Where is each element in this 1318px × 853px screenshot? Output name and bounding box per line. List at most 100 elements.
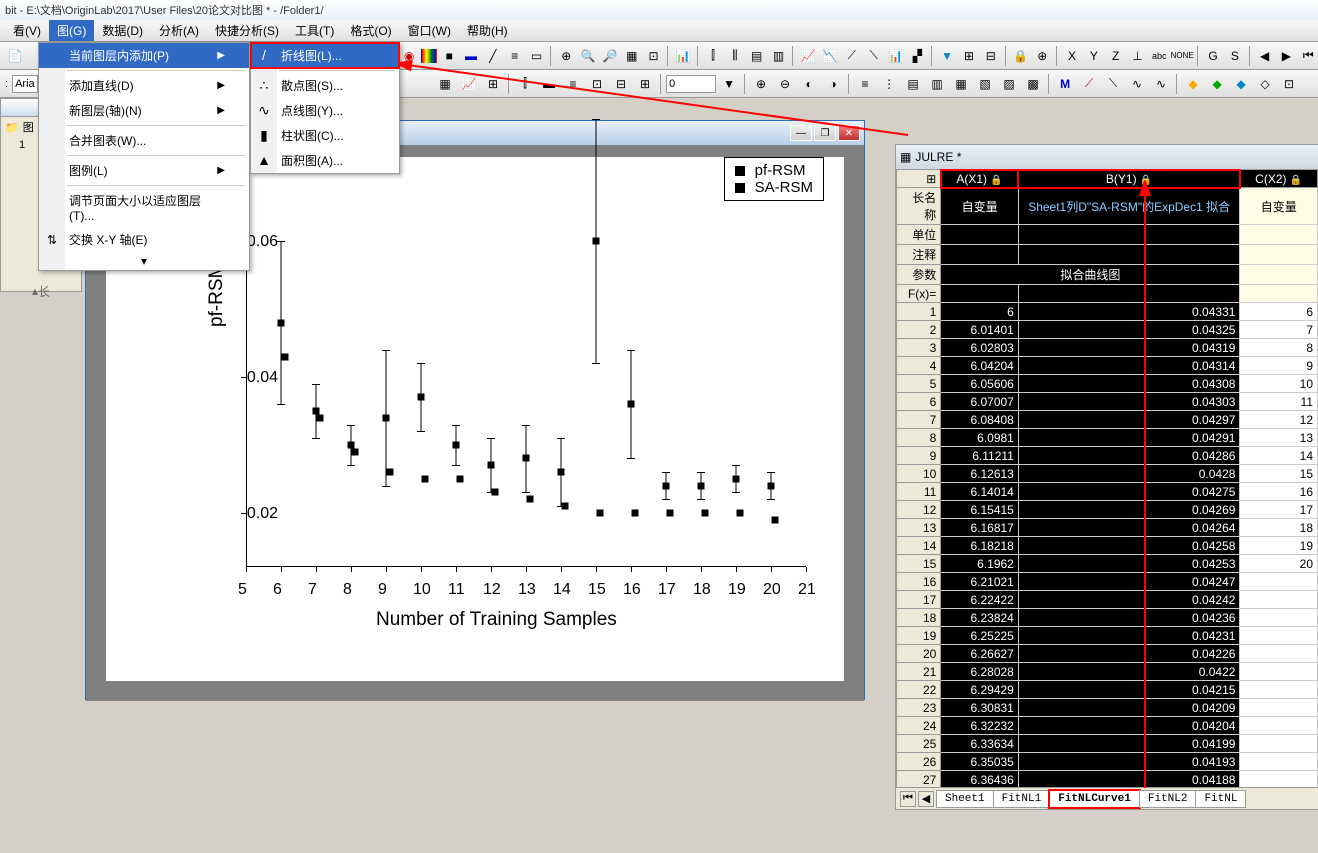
cell[interactable]: 18 — [1240, 519, 1318, 537]
submenu-item[interactable]: ▲面积图(A)... — [251, 148, 399, 173]
btn[interactable]: ⊟ — [981, 45, 1001, 67]
data-point[interactable] — [387, 469, 394, 476]
data-point[interactable] — [597, 509, 604, 516]
cell[interactable]: 6.14014 — [941, 483, 1019, 501]
row-number[interactable]: 3 — [897, 339, 941, 357]
row-number[interactable]: 17 — [897, 591, 941, 609]
btn[interactable]: ⊕ — [556, 45, 576, 67]
cell[interactable]: 0.04209 — [1018, 699, 1240, 717]
cell[interactable]: 6.25225 — [941, 627, 1019, 645]
cell[interactable]: 6.1962 — [941, 555, 1019, 573]
btn[interactable]: abc — [1149, 45, 1169, 67]
cell[interactable]: 10 — [1240, 375, 1318, 393]
cell[interactable]: 0.04325 — [1018, 321, 1240, 339]
cell[interactable]: 6.22422 — [941, 591, 1019, 609]
btn[interactable]: ∿ — [1126, 73, 1148, 95]
cell[interactable]: 0.04193 — [1018, 753, 1240, 771]
cell[interactable]: 6 — [941, 303, 1019, 321]
cell[interactable]: 9 — [1240, 357, 1318, 375]
btn[interactable]: ▦ — [434, 73, 456, 95]
cell[interactable]: 14 — [1240, 447, 1318, 465]
cell[interactable]: 6.33634 — [941, 735, 1019, 753]
row-number[interactable]: 12 — [897, 501, 941, 519]
cell[interactable]: 6.16817 — [941, 519, 1019, 537]
btn[interactable]: ◆ — [1230, 73, 1252, 95]
btn[interactable]: ⊞ — [482, 73, 504, 95]
toolbar-icon[interactable]: 📄 — [5, 45, 25, 67]
cell[interactable]: 11 — [1240, 393, 1318, 411]
cell[interactable]: 0.04236 — [1018, 609, 1240, 627]
cell[interactable]: 6.05606 — [941, 375, 1019, 393]
column-header[interactable]: A(X1) 🔒 — [941, 170, 1019, 188]
row-number[interactable]: 22 — [897, 681, 941, 699]
data-point[interactable] — [457, 475, 464, 482]
submenu-item[interactable]: /折线图(L)... — [251, 43, 399, 68]
btn[interactable]: 📊 — [673, 45, 693, 67]
btn[interactable]: ▬ — [538, 73, 560, 95]
cell[interactable] — [1240, 699, 1318, 717]
data-point[interactable] — [278, 319, 285, 326]
cell[interactable]: 6.32232 — [941, 717, 1019, 735]
row-number[interactable]: 8 — [897, 429, 941, 447]
cell[interactable]: 0.04286 — [1018, 447, 1240, 465]
row-number[interactable]: 18 — [897, 609, 941, 627]
btn[interactable]: ⫿ — [703, 45, 723, 67]
cell[interactable]: 7 — [1240, 321, 1318, 339]
btn[interactable]: ⫿ — [514, 73, 536, 95]
cell[interactable]: 0.04297 — [1018, 411, 1240, 429]
row-number[interactable]: 20 — [897, 645, 941, 663]
btn[interactable]: ≡ — [854, 73, 876, 95]
submenu-item[interactable]: ▮柱状图(C)... — [251, 123, 399, 148]
cell[interactable]: 13 — [1240, 429, 1318, 447]
row-number[interactable]: 1 — [897, 303, 941, 321]
btn[interactable]: ◆ — [1182, 73, 1204, 95]
btn[interactable]: ⊕ — [1032, 45, 1052, 67]
cell[interactable]: 6.15415 — [941, 501, 1019, 519]
btn[interactable]: ⊕ — [750, 73, 772, 95]
data-point[interactable] — [663, 482, 670, 489]
row-number[interactable]: 16 — [897, 573, 941, 591]
cell[interactable] — [1240, 735, 1318, 753]
corner[interactable]: ⊞ — [897, 170, 941, 188]
btn[interactable]: ◐ — [798, 73, 820, 95]
cell[interactable]: 6.04204 — [941, 357, 1019, 375]
data-point[interactable] — [422, 475, 429, 482]
btn[interactable]: ◀ — [1255, 45, 1275, 67]
font-dropdown[interactable] — [12, 75, 38, 93]
btn[interactable]: ■ — [439, 45, 459, 67]
cell[interactable] — [1240, 717, 1318, 735]
btn[interactable]: ▞ — [907, 45, 927, 67]
worksheet-tab[interactable]: FitNLCurve1 — [1049, 790, 1140, 808]
data-point[interactable] — [667, 509, 674, 516]
minimize-button[interactable]: — — [790, 125, 812, 141]
row-number[interactable]: 2 — [897, 321, 941, 339]
btn[interactable]: G — [1203, 45, 1223, 67]
tab-nav-prev[interactable]: ◀ — [918, 791, 934, 807]
btn[interactable]: ╱ — [483, 45, 503, 67]
cell[interactable] — [1240, 645, 1318, 663]
btn[interactable]: ∿ — [1150, 73, 1172, 95]
row-number[interactable]: 23 — [897, 699, 941, 717]
cell[interactable]: 6.11211 — [941, 447, 1019, 465]
cell[interactable]: 6.30831 — [941, 699, 1019, 717]
btn[interactable]: Y — [1084, 45, 1104, 67]
data-point[interactable] — [558, 469, 565, 476]
cell[interactable]: 0.04291 — [1018, 429, 1240, 447]
btn[interactable]: ⟋ — [1078, 73, 1100, 95]
cell[interactable]: 0.04204 — [1018, 717, 1240, 735]
btn[interactable]: ⏮ — [1298, 45, 1318, 67]
worksheet-titlebar[interactable]: ▦ JULRE * — [896, 145, 1318, 169]
btn[interactable] — [421, 49, 437, 63]
row-number[interactable]: 14 — [897, 537, 941, 555]
expand-icon[interactable]: ▾ — [39, 252, 249, 270]
btn[interactable]: ⊥ — [1128, 45, 1148, 67]
cell[interactable]: 0.0428 — [1018, 465, 1240, 483]
btn[interactable]: S — [1225, 45, 1245, 67]
cell[interactable]: 0.04199 — [1018, 735, 1240, 753]
data-point[interactable] — [383, 414, 390, 421]
cell[interactable]: 17 — [1240, 501, 1318, 519]
btn[interactable]: ▨ — [998, 73, 1020, 95]
data-point[interactable] — [488, 462, 495, 469]
data-point[interactable] — [772, 516, 779, 523]
cell[interactable]: 0.04253 — [1018, 555, 1240, 573]
